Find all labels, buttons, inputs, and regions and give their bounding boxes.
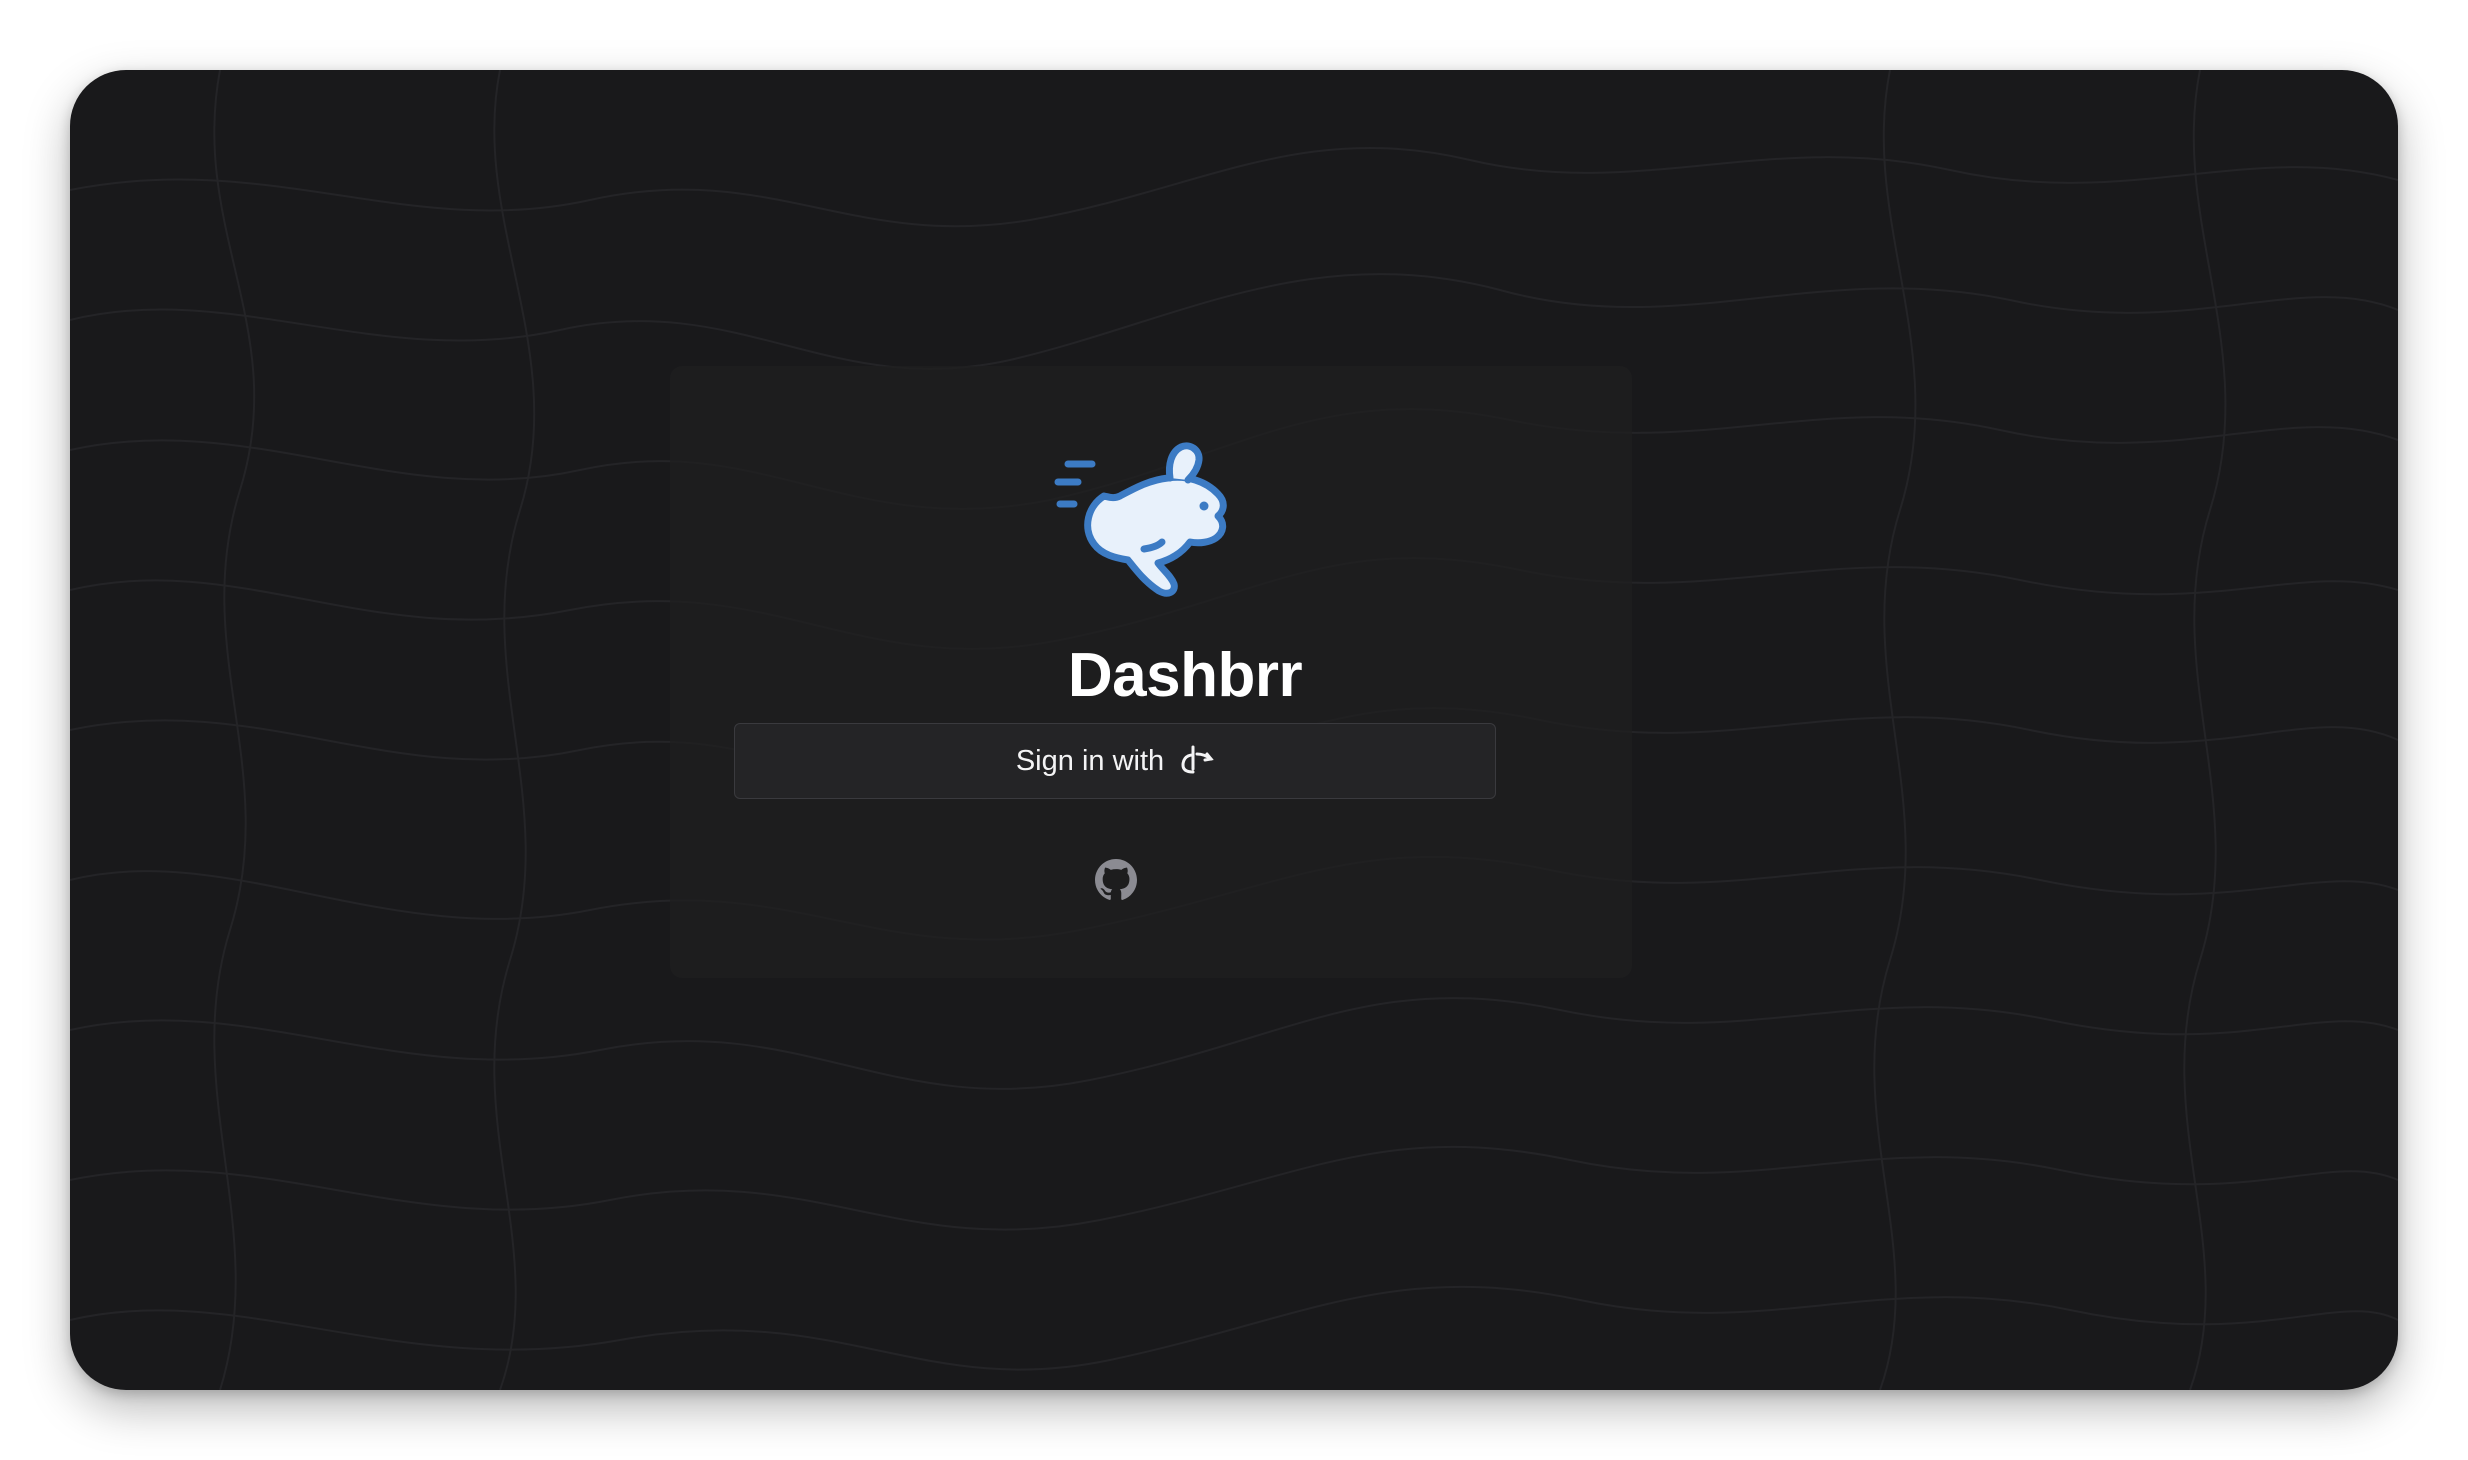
sign-in-button[interactable]: Sign in with [734, 723, 1496, 799]
sign-in-label: Sign in with [1015, 744, 1165, 777]
rabbit-logo-icon [1054, 442, 1227, 597]
oidc-icon [1181, 745, 1214, 774]
github-icon[interactable] [1095, 859, 1137, 901]
app-title: Dashbrr [1067, 641, 1303, 710]
